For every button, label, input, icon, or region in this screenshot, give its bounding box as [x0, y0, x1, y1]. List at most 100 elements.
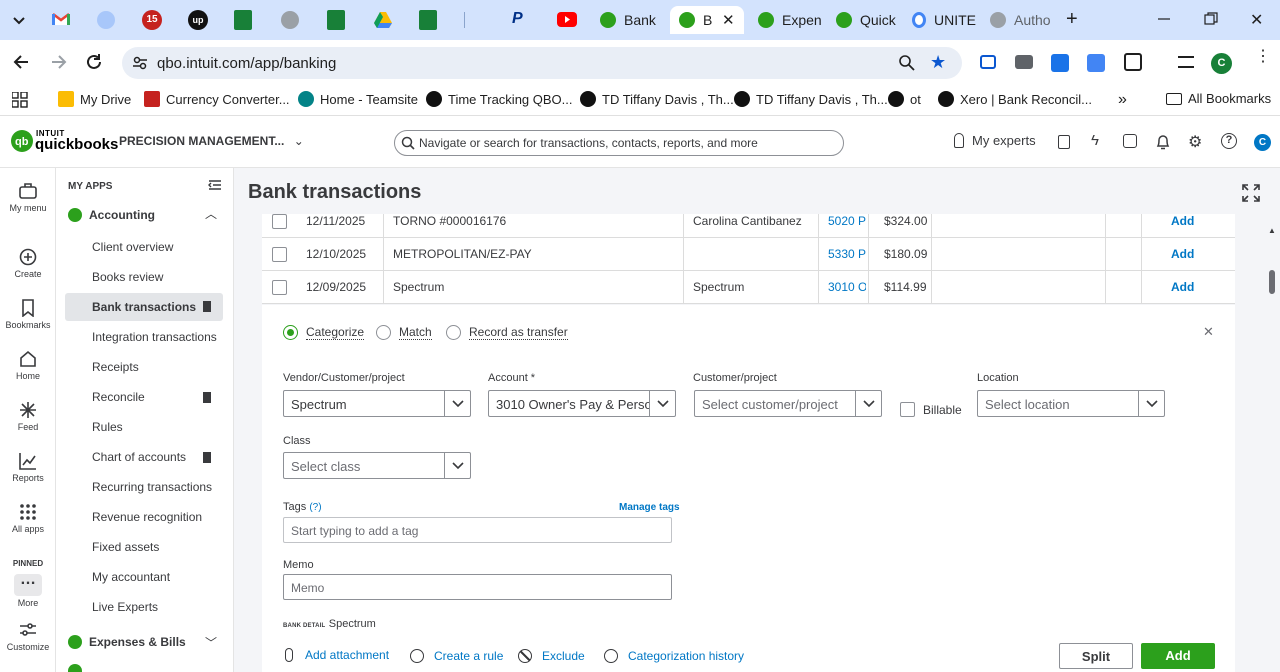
rail-more[interactable]: … More: [0, 572, 56, 608]
row-checkbox[interactable]: [272, 247, 287, 262]
row-category[interactable]: 3010 Ov: [828, 280, 866, 294]
sidebar-item-bank-transactions[interactable]: Bank transactions: [65, 293, 223, 321]
address-bar[interactable]: qbo.intuit.com/app/banking ★: [122, 47, 962, 79]
scrollbar-track[interactable]: ▲: [1266, 224, 1278, 672]
minimize-button[interactable]: [1157, 10, 1171, 24]
youtube-tab-icon[interactable]: [557, 12, 577, 27]
camera-icon[interactable]: [1015, 55, 1033, 69]
row-add-button[interactable]: Add: [1171, 280, 1194, 294]
sidebar-item-chart-of-accounts[interactable]: Chart of accounts: [92, 450, 186, 464]
rail-all-apps[interactable]: All apps: [0, 503, 56, 534]
sheets-tab-icon[interactable]: [234, 10, 252, 30]
apps-icon[interactable]: [1123, 134, 1137, 148]
extensions-puzzle-icon[interactable]: [1124, 53, 1142, 71]
extension-icon-1[interactable]: [980, 55, 996, 69]
all-bookmarks-button[interactable]: All Bookmarks: [1166, 91, 1271, 106]
fullscreen-icon[interactable]: [1242, 184, 1260, 205]
paypal-tab-icon[interactable]: P: [512, 10, 528, 30]
sheets-tab-icon-3[interactable]: [419, 10, 437, 30]
memo-input[interactable]: Memo: [283, 574, 672, 600]
tab-auth[interactable]: Autho: [990, 6, 1056, 34]
sidebar-item-rules[interactable]: Rules: [92, 420, 123, 434]
tab-search-button[interactable]: [8, 10, 30, 30]
gmail-tab-icon[interactable]: [52, 12, 70, 29]
tab-expenses[interactable]: Expen: [758, 6, 822, 34]
add-attachment-link[interactable]: Add attachment: [285, 648, 389, 662]
mode-record-transfer[interactable]: Record as transfer: [446, 324, 586, 342]
rail-reports[interactable]: Reports: [0, 452, 56, 483]
class-select[interactable]: Select class: [283, 452, 471, 479]
profile-avatar[interactable]: C: [1211, 53, 1232, 74]
upwork-tab-icon[interactable]: up: [188, 10, 208, 30]
help-icon[interactable]: ?: [1221, 133, 1237, 149]
scroll-up-arrow[interactable]: ▲: [1268, 226, 1276, 235]
clipboard-icon[interactable]: [1058, 135, 1070, 149]
rail-my-menu[interactable]: My menu: [0, 182, 56, 213]
tab-bank-transactions-active[interactable]: B ✕: [670, 6, 744, 34]
extension-icon-2[interactable]: [1051, 54, 1069, 72]
company-switcher[interactable]: PRECISION MANAGEMENT... ⌄: [119, 134, 304, 148]
table-row-expanded[interactable]: 12/09/2025 Spectrum Spectrum 3010 Ov $11…: [262, 271, 1235, 304]
gear-icon[interactable]: ⚙: [1188, 132, 1202, 152]
mode-match[interactable]: Match: [376, 324, 446, 342]
new-tab-button[interactable]: +: [1066, 8, 1078, 31]
accounting-section[interactable]: Accounting ︿: [68, 207, 228, 225]
apps-grid-icon[interactable]: [11, 91, 28, 111]
global-search-input[interactable]: Navigate or search for transactions, con…: [394, 130, 844, 156]
quickbooks-logo[interactable]: qb: [11, 130, 33, 152]
account-select[interactable]: 3010 Owner's Pay & Personal: [488, 390, 676, 417]
sidebar-item-live-experts[interactable]: Live Experts: [92, 600, 158, 614]
bookmark-teamsite[interactable]: Home - Teamsite: [298, 91, 418, 107]
forward-button[interactable]: [50, 53, 68, 74]
rail-feed[interactable]: Feed: [0, 401, 56, 432]
bookmark-td-tiffany-1[interactable]: TD Tiffany Davis , Th...: [580, 91, 734, 107]
add-button[interactable]: Add: [1141, 643, 1215, 669]
url-text[interactable]: qbo.intuit.com/app/banking: [157, 55, 336, 72]
manage-tags-link[interactable]: Manage tags: [619, 502, 680, 513]
bookmark-time-tracking[interactable]: Time Tracking QBO...: [426, 91, 573, 107]
scrollbar-thumb[interactable]: [1269, 270, 1275, 294]
site-info-icon[interactable]: [132, 55, 148, 74]
bookmark-ot[interactable]: ot: [888, 91, 921, 107]
settings-tab-icon[interactable]: [97, 11, 115, 29]
restore-button[interactable]: [1204, 12, 1218, 29]
sheets-tab-icon-2[interactable]: [327, 10, 345, 30]
tab-quick[interactable]: Quick: [836, 6, 898, 34]
lightning-icon[interactable]: ϟ: [1091, 132, 1099, 149]
table-row[interactable]: 12/11/2025 TORNO #000016176 Carolina Can…: [262, 214, 1235, 238]
tab-bank[interactable]: Bank: [600, 6, 662, 34]
create-rule-link[interactable]: Create a rule: [410, 649, 503, 663]
sidebar-item-books-review[interactable]: Books review: [92, 270, 163, 284]
drive-tab-icon[interactable]: [373, 11, 393, 32]
split-button[interactable]: Split: [1059, 643, 1133, 669]
rail-bookmarks[interactable]: Bookmarks: [0, 299, 56, 330]
row-add-button[interactable]: Add: [1171, 247, 1194, 261]
rail-customize[interactable]: Customize: [0, 621, 56, 652]
exclude-link[interactable]: Exclude: [518, 649, 585, 663]
close-window-button[interactable]: ✕: [1250, 10, 1263, 30]
bookmark-td-tiffany-2[interactable]: TD Tiffany Davis , Th...: [734, 91, 888, 107]
row-category[interactable]: 5020 P: [828, 214, 866, 228]
vendor-select[interactable]: Spectrum: [283, 390, 471, 417]
bookmark-star-icon[interactable]: ★: [930, 52, 946, 73]
rail-create[interactable]: Create: [0, 248, 56, 279]
sidebar-item-my-accountant[interactable]: My accountant: [92, 570, 170, 584]
tags-input[interactable]: Start typing to add a tag: [283, 517, 672, 543]
bookmark-xero[interactable]: Xero | Bank Reconcil...: [938, 91, 1092, 107]
media-controls-icon[interactable]: [1178, 56, 1194, 68]
location-select[interactable]: Select location: [977, 390, 1165, 417]
row-checkbox[interactable]: [272, 214, 287, 229]
categorization-history-link[interactable]: Categorization history: [604, 649, 744, 663]
chrome-menu-icon[interactable]: ⋮: [1255, 49, 1271, 65]
sidebar-item-client-overview[interactable]: Client overview: [92, 240, 173, 254]
close-panel-icon[interactable]: ✕: [1203, 324, 1214, 340]
my-experts-button[interactable]: My experts: [954, 133, 1036, 148]
expenses-section[interactable]: Expenses & Bills ﹀: [68, 634, 228, 652]
collapse-sidebar-icon[interactable]: [208, 178, 222, 195]
sidebar-item-recurring-transactions[interactable]: Recurring transactions: [92, 480, 212, 494]
user-avatar[interactable]: C: [1254, 134, 1271, 151]
close-tab-icon[interactable]: ✕: [722, 11, 735, 29]
sidebar-item-reconcile[interactable]: Reconcile: [92, 390, 145, 404]
bookmarks-overflow-button[interactable]: »: [1118, 91, 1127, 109]
sidebar-item-receipts[interactable]: Receipts: [92, 360, 139, 374]
